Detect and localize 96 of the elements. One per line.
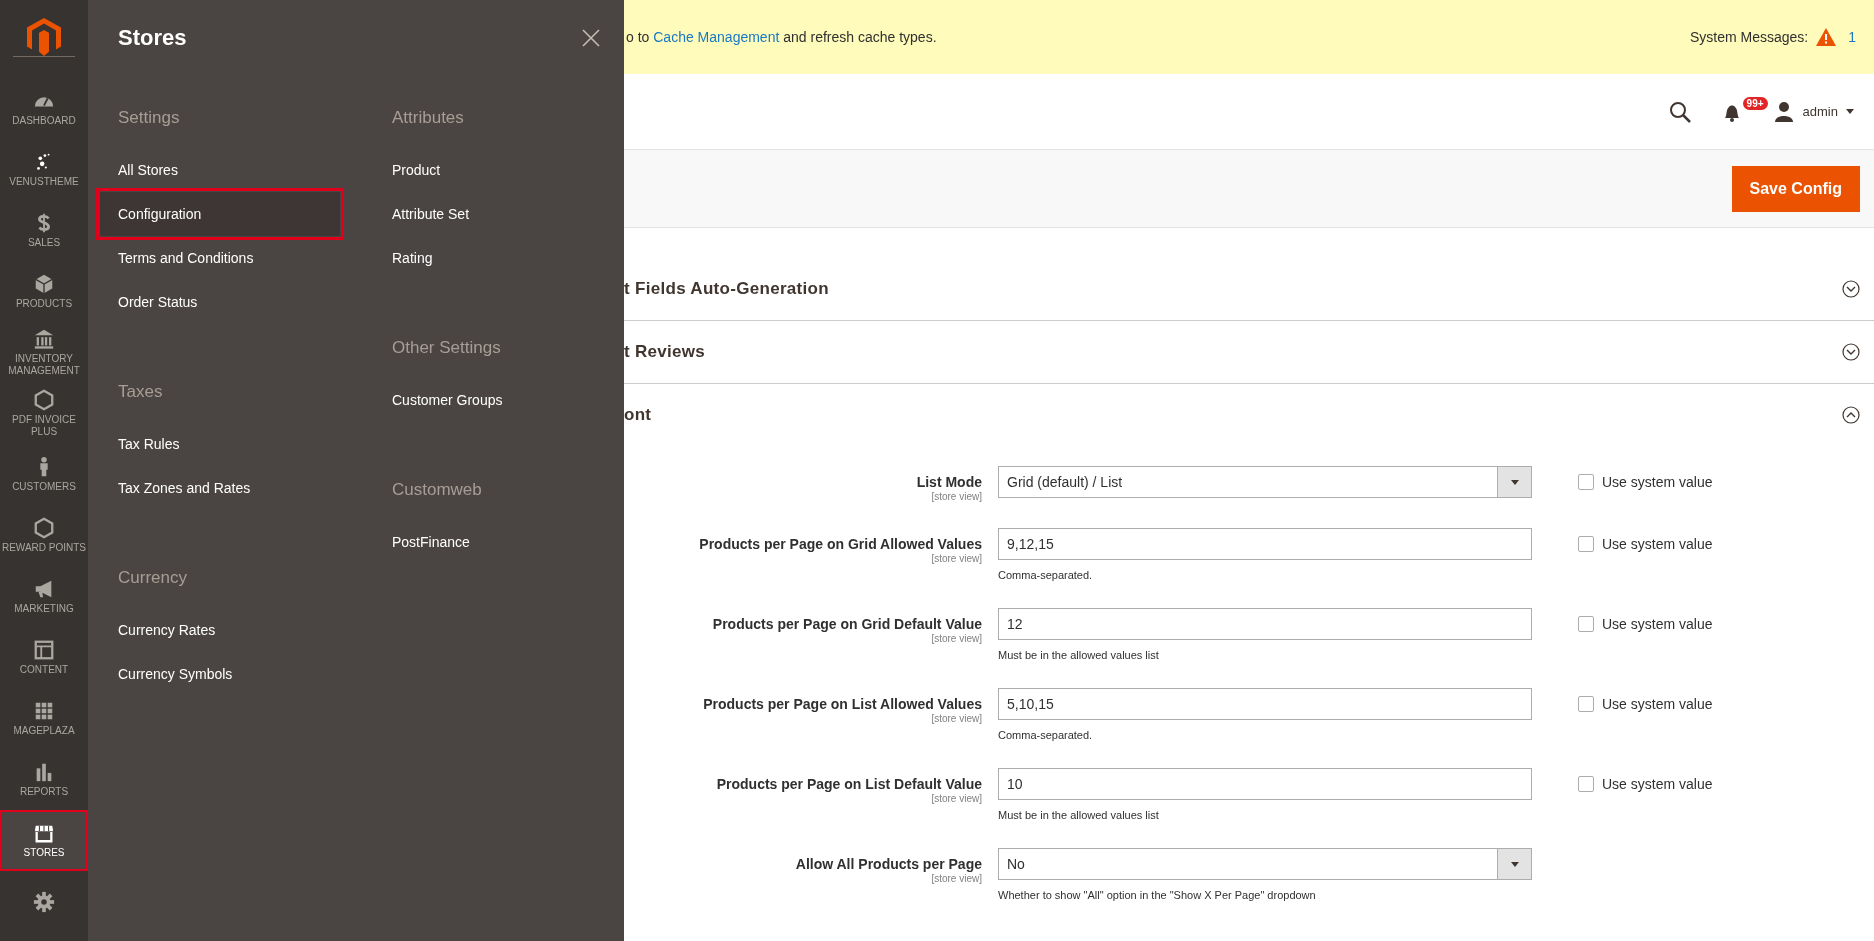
field-label: Products per Page on List Allowed Values — [702, 696, 982, 712]
gear-icon — [33, 890, 55, 913]
sidebar-item[interactable]: PRODUCTS — [0, 261, 88, 322]
sidebar-item[interactable]: PDF INVOICE PLUS — [0, 383, 88, 444]
menu-group-heading: Other Settings — [391, 337, 502, 359]
menu-item[interactable]: Tax Zones and Rates — [100, 466, 340, 510]
input-field[interactable]: 5,10,15 — [998, 688, 1532, 720]
field-note: Must be in the allowed values list — [998, 808, 1160, 823]
menu-group-heading: Attributes — [391, 107, 465, 129]
section-title[interactable]: ont — [624, 405, 652, 425]
user-name[interactable]: admin — [1802, 104, 1838, 119]
sidebar-item[interactable]: CONTENT — [0, 627, 88, 688]
scope-label: [store view] — [930, 792, 982, 806]
cache-message: o to Cache Management and refresh cache types. — [626, 29, 937, 45]
menu-item[interactable]: Tax Rules — [100, 422, 340, 466]
input-field[interactable]: 9,12,15 — [998, 528, 1532, 560]
grid-icon — [33, 700, 55, 722]
search-icon[interactable] — [1668, 100, 1691, 123]
sidebar-item[interactable]: REPORTS — [0, 749, 88, 810]
sidebar-item[interactable]: VENUSTHEME — [0, 139, 88, 200]
menu-item[interactable]: Terms and Conditions — [100, 236, 340, 280]
menu-item[interactable]: Rating — [374, 236, 614, 280]
section-title[interactable]: t Reviews — [624, 342, 706, 362]
section-header[interactable]: t Fields Auto-Generation — [624, 258, 1874, 321]
cache-management-link[interactable]: Cache Management — [653, 29, 780, 45]
field-label: Products per Page on List Default Value — [715, 776, 982, 792]
warning-icon[interactable] — [1816, 28, 1837, 46]
bank-icon — [33, 328, 55, 350]
checkbox[interactable] — [1578, 474, 1594, 490]
hexagon-icon — [33, 517, 55, 539]
menu-item[interactable]: Customer Groups — [374, 378, 614, 422]
system-messages-label: System Messages: — [1689, 29, 1809, 45]
sidebar-item[interactable]: CUSTOMERS — [0, 444, 88, 505]
sidebar-item[interactable]: REWARD POINTS — [0, 505, 88, 566]
menu-item[interactable]: Currency Symbols — [100, 652, 340, 696]
chevron-down-icon[interactable] — [1842, 280, 1860, 298]
section-header[interactable]: t Reviews — [624, 321, 1874, 384]
section-header[interactable]: ont — [624, 384, 1874, 446]
caret-icon[interactable] — [1510, 861, 1519, 867]
scope-label: [store view] — [930, 552, 982, 566]
menu-item[interactable]: Attribute Set — [374, 192, 614, 236]
select-field[interactable]: Grid (default) / List — [998, 466, 1532, 498]
menu-group-heading: Customweb — [391, 479, 483, 501]
menu-group-heading: Taxes — [117, 381, 164, 403]
checkbox[interactable] — [1578, 696, 1594, 712]
menu-item[interactable]: Order Status — [100, 280, 340, 324]
field-label: Products per Page on Grid Default Value — [711, 616, 982, 632]
sidebar-item[interactable]: MARKETING — [0, 566, 88, 627]
checkbox[interactable] — [1578, 536, 1594, 552]
notification-badge: 99+ — [1742, 96, 1768, 110]
sidebar-item[interactable]: SALES — [0, 200, 88, 261]
menu-group-heading: Settings — [117, 107, 181, 129]
field-note: Must be in the allowed values list — [998, 648, 1160, 663]
input-field[interactable]: 10 — [998, 768, 1532, 800]
field-note: Comma-separated. — [998, 728, 1094, 743]
menu-group-heading: Currency — [117, 567, 188, 589]
chevron-up-icon[interactable] — [1842, 406, 1860, 424]
checkbox-label[interactable]: Use system value — [1602, 536, 1713, 552]
hexagon-icon — [33, 389, 55, 411]
section-title[interactable]: t Fields Auto-Generation — [624, 279, 829, 299]
cube-icon — [33, 273, 55, 295]
logo-icon[interactable] — [27, 17, 61, 56]
sidebar-item[interactable]: INVENTORY MANAGEMENT — [0, 322, 88, 383]
menu-item[interactable]: PostFinance — [374, 520, 614, 564]
checkbox[interactable] — [1578, 776, 1594, 792]
menu-item[interactable]: All Stores — [100, 148, 340, 192]
checkbox-label[interactable]: Use system value — [1602, 474, 1713, 490]
select-field[interactable]: No — [998, 848, 1532, 880]
scope-label: [store view] — [930, 872, 982, 886]
user-icon[interactable] — [1772, 100, 1795, 123]
caret-icon[interactable] — [1846, 109, 1854, 114]
system-messages-count[interactable]: 1 — [1848, 29, 1856, 45]
sidebar-item[interactable]: STORES — [0, 810, 88, 871]
checkbox[interactable] — [1578, 616, 1594, 632]
checkbox-label[interactable]: Use system value — [1602, 616, 1713, 632]
scope-label: [store view] — [930, 712, 982, 726]
menu-item[interactable]: Currency Rates — [100, 608, 340, 652]
sidebar-item[interactable]: DASHBOARD — [0, 78, 88, 139]
field-note: Comma-separated. — [998, 568, 1094, 583]
chevron-down-icon[interactable] — [1842, 343, 1860, 361]
caret-icon[interactable] — [1510, 479, 1519, 485]
field-label: Allow All Products per Page — [794, 856, 982, 872]
scope-label: [store view] — [930, 632, 982, 646]
scope-label: [store view] — [930, 490, 982, 504]
input-field[interactable]: 12 — [998, 608, 1532, 640]
menu-item[interactable]: Product — [374, 148, 614, 192]
close-icon[interactable] — [582, 29, 600, 47]
layout-icon — [33, 639, 55, 661]
menu-title: Stores — [118, 25, 187, 51]
field-label: List Mode — [915, 474, 982, 490]
sidebar-item[interactable]: MAGEPLAZA — [0, 688, 88, 749]
save-config-button[interactable]: Save Config — [1731, 165, 1860, 212]
checkbox-label[interactable]: Use system value — [1602, 696, 1713, 712]
field-note: Whether to show "All" option in the "Show X Per Page" dropdown — [998, 888, 1317, 903]
checkbox-label[interactable]: Use system value — [1602, 776, 1713, 792]
field-label: Products per Page on Grid Allowed Values — [698, 536, 982, 552]
